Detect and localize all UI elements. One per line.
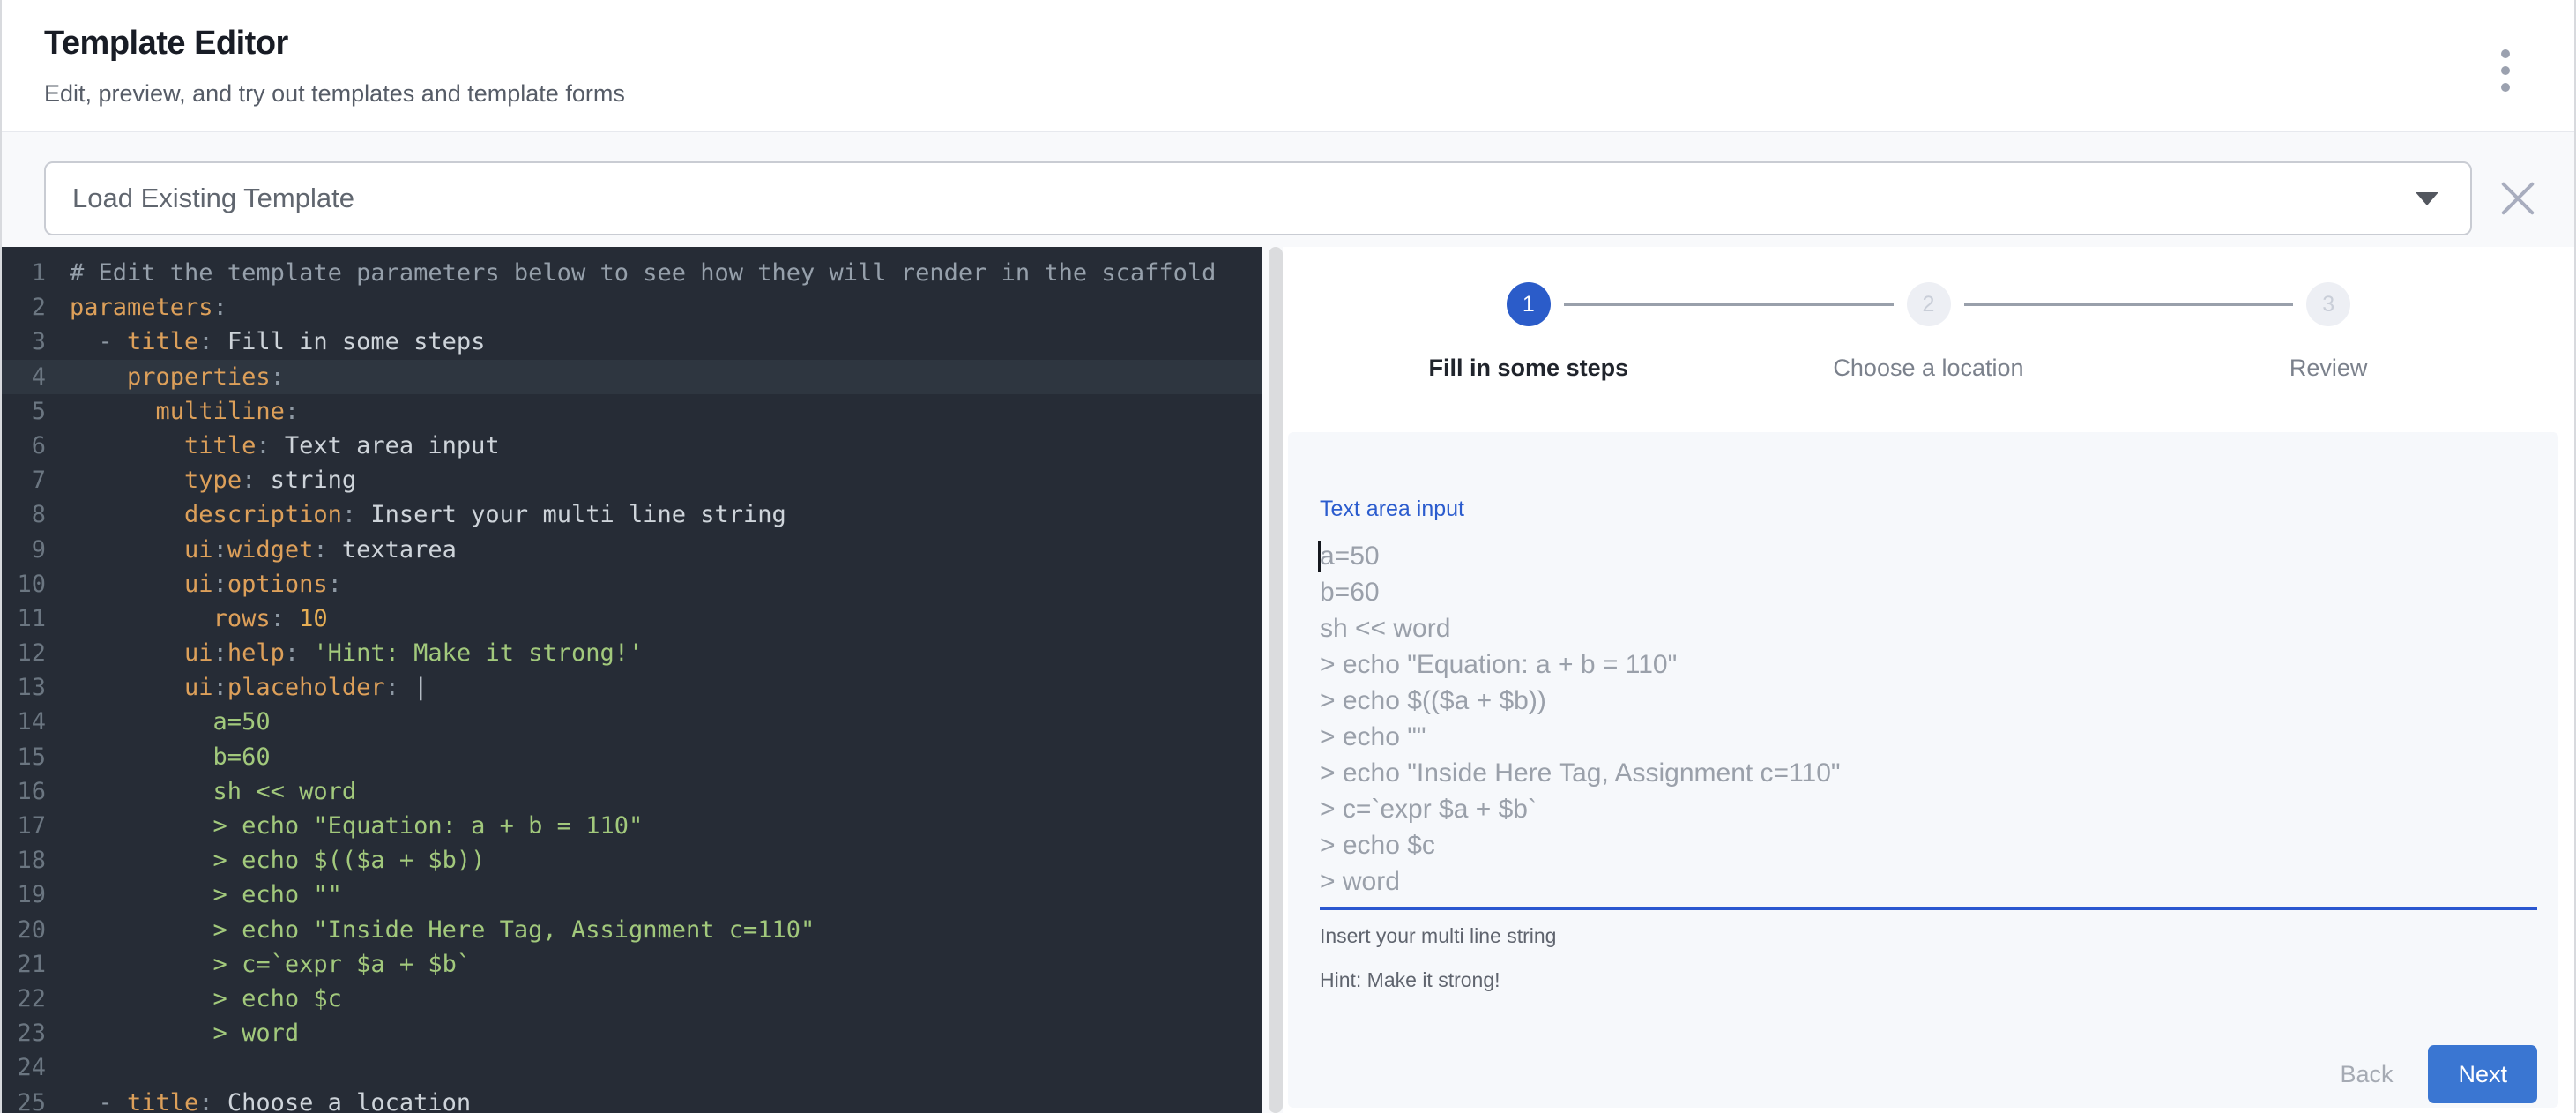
line-number: 22 [2, 982, 46, 1016]
code-line[interactable]: 2parameters: [2, 290, 1262, 325]
line-number: 3 [2, 325, 46, 359]
form-preview-panel: 1 Fill in some steps 2 Choose a location 3 Re… [1283, 247, 2574, 1113]
form-paper: Text area input a=50 b=60 sh << word > e… [1288, 432, 2558, 1108]
code-line[interactable]: 8 description: Insert your multi line st… [2, 497, 1262, 532]
line-number: 14 [2, 705, 46, 739]
line-number: 11 [2, 601, 46, 636]
code-line[interactable]: 10 ui:options: [2, 567, 1262, 601]
code-line[interactable]: 5 multiline: [2, 394, 1262, 429]
wizard-buttons: Back Next [1320, 1045, 2537, 1103]
code-line[interactable]: 14 a=50 [2, 705, 1262, 739]
line-number: 24 [2, 1050, 46, 1085]
load-template-row: Load Existing Template [2, 132, 2574, 247]
code-line[interactable]: 15 b=60 [2, 740, 1262, 774]
line-number: 10 [2, 567, 46, 601]
line-number: 8 [2, 497, 46, 532]
line-number: 25 [2, 1086, 46, 1113]
stepper-connector [1564, 303, 1894, 306]
text-cursor [1318, 541, 1321, 572]
line-number: 18 [2, 843, 46, 878]
code-line[interactable]: 6 title: Text area input [2, 429, 1262, 463]
page-subtitle: Edit, preview, and try out templates and… [44, 80, 625, 108]
clear-selection-icon[interactable] [2498, 179, 2537, 218]
back-button[interactable]: Back [2322, 1061, 2410, 1088]
line-number: 2 [2, 290, 46, 325]
code-line[interactable]: 24 [2, 1050, 1262, 1085]
editor-preview-split: 1# Edit the template parameters below to… [2, 247, 2574, 1113]
page-header: Template Editor Edit, preview, and try o… [2, 0, 2574, 132]
template-editor-page: Template Editor Edit, preview, and try o… [0, 0, 2576, 1113]
code-line[interactable]: 3 - title: Fill in some steps [2, 325, 1262, 359]
load-template-select[interactable]: Load Existing Template [44, 161, 2472, 235]
step-circle: 1 [1507, 282, 1551, 326]
code-line[interactable]: 4 properties: [2, 360, 1262, 394]
content-area: Load Existing Template 1# Edit the templ… [2, 132, 2574, 1113]
step-circle: 2 [1907, 282, 1951, 326]
step-label: Choose a location [1833, 355, 2023, 382]
code-line[interactable]: 25 - title: Choose a location [2, 1086, 1262, 1113]
stepper-connector [1964, 303, 2294, 306]
stepper-step[interactable]: 1 Fill in some steps [1329, 282, 1729, 382]
code-line[interactable]: 21 > c=`expr $a + $b` [2, 947, 1262, 982]
stepper-step[interactable]: 2 Choose a location [1729, 282, 2129, 382]
line-number: 5 [2, 394, 46, 429]
next-button[interactable]: Next [2428, 1045, 2537, 1103]
code-line[interactable]: 17 > echo "Equation: a + b = 110" [2, 809, 1262, 843]
line-number: 16 [2, 774, 46, 809]
field-help-text: Hint: Make it strong! [1320, 968, 2537, 992]
line-number: 17 [2, 809, 46, 843]
line-number: 15 [2, 740, 46, 774]
code-line[interactable]: 13 ui:placeholder: | [2, 670, 1262, 705]
code-lines: 1# Edit the template parameters below to… [2, 256, 1262, 1113]
code-line[interactable]: 16 sh << word [2, 774, 1262, 809]
line-number: 20 [2, 913, 46, 947]
page-title: Template Editor [44, 25, 625, 63]
textarea-placeholder: a=50 b=60 sh << word > echo "Equation: a… [1320, 538, 2537, 900]
step-label: Review [2289, 355, 2368, 382]
line-number: 7 [2, 463, 46, 497]
line-number: 23 [2, 1016, 46, 1050]
field-label: Text area input [1320, 497, 2537, 522]
code-line[interactable]: 1# Edit the template parameters below to… [2, 256, 1262, 290]
line-number: 12 [2, 636, 46, 670]
line-number: 1 [2, 256, 46, 290]
code-line[interactable]: 22 > echo $c [2, 982, 1262, 1016]
code-line[interactable]: 19 > echo "" [2, 878, 1262, 912]
line-number: 13 [2, 670, 46, 705]
code-line[interactable]: 18 > echo $(($a + $b)) [2, 843, 1262, 878]
line-number: 19 [2, 878, 46, 912]
stepper-step[interactable]: 3 Review [2128, 282, 2528, 382]
code-line[interactable]: 9 ui:widget: textarea [2, 533, 1262, 567]
line-number: 9 [2, 533, 46, 567]
field-description: Insert your multi line string [1320, 924, 2537, 948]
kebab-menu-icon[interactable] [2479, 34, 2532, 108]
load-template-placeholder: Load Existing Template [72, 183, 354, 214]
yaml-code-editor[interactable]: 1# Edit the template parameters below to… [2, 247, 1262, 1113]
dropdown-caret-icon [2416, 192, 2438, 205]
code-line[interactable]: 11 rows: 10 [2, 601, 1262, 636]
textarea-input[interactable]: a=50 b=60 sh << word > echo "Equation: a… [1320, 538, 2537, 900]
line-number: 21 [2, 947, 46, 982]
focused-input-underline [1320, 907, 2537, 910]
line-number: 6 [2, 429, 46, 463]
code-line[interactable]: 23 > word [2, 1016, 1262, 1050]
code-line[interactable]: 20 > echo "Inside Here Tag, Assignment c… [2, 913, 1262, 947]
step-circle: 3 [2306, 282, 2350, 326]
step-label: Fill in some steps [1429, 355, 1629, 382]
stepper: 1 Fill in some steps 2 Choose a location 3 Re… [1329, 282, 2528, 382]
split-resize-handle[interactable] [1269, 247, 1283, 1113]
code-line[interactable]: 7 type: string [2, 463, 1262, 497]
line-number: 4 [2, 360, 46, 394]
header-titles: Template Editor Edit, preview, and try o… [44, 25, 625, 108]
code-line[interactable]: 12 ui:help: 'Hint: Make it strong!' [2, 636, 1262, 670]
